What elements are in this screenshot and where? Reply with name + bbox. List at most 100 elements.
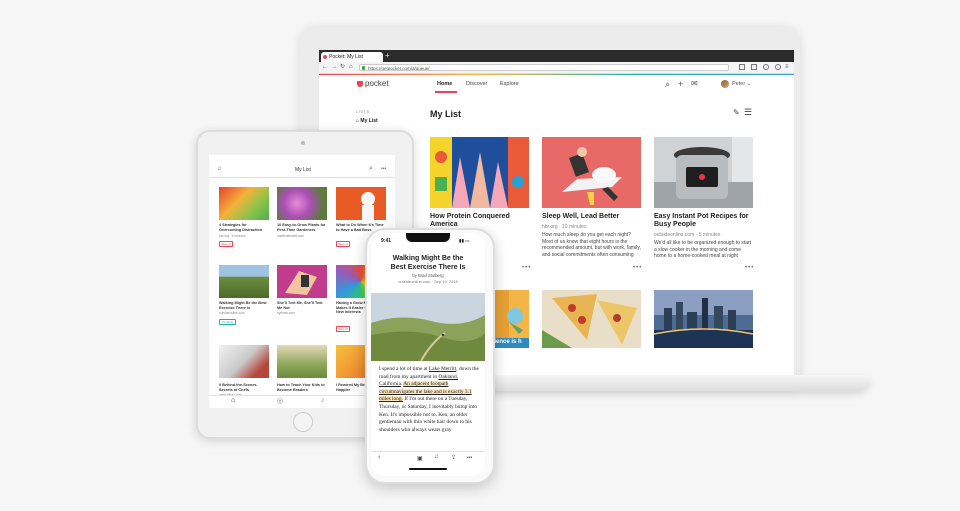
- address-bar[interactable]: https://getpocket.com/a/queue/: [359, 64, 729, 71]
- hills-photo: [371, 293, 485, 361]
- sidebar-item-label: My List: [360, 118, 378, 124]
- reload-icon[interactable]: ↻: [340, 64, 345, 71]
- menu-icon[interactable]: ≡: [785, 64, 789, 71]
- nav-explore[interactable]: Explore: [500, 81, 519, 87]
- bell-tab-icon[interactable]: ♪: [321, 397, 325, 404]
- edit-icon[interactable]: ✎: [733, 108, 740, 117]
- status-time: 9:41: [381, 238, 392, 244]
- card-image[interactable]: [542, 137, 641, 208]
- article-text: I spend a lot of time at: [379, 366, 429, 372]
- home-tab-icon[interactable]: ⌂: [231, 397, 235, 404]
- card-title[interactable]: Walking Might Be the Best Exercise There…: [219, 301, 269, 310]
- card-image[interactable]: [219, 345, 269, 378]
- nav-home[interactable]: Home: [437, 81, 452, 87]
- listen-icon[interactable]: ♫: [217, 166, 222, 172]
- card-more-button[interactable]: •••: [633, 265, 642, 271]
- card-source: hbr.org · 10 minutes: [542, 224, 587, 230]
- card-title[interactable]: Easy Instant Pot Recipes for Busy People: [654, 213, 754, 229]
- iphone-screen: 9:41 ▮▮ ▭ Walking Might Be the Best Exer…: [371, 233, 485, 476]
- card-image[interactable]: [219, 265, 269, 298]
- card-title[interactable]: How to Teach Your Kids to Become Readers: [277, 383, 327, 392]
- nav-discover[interactable]: Discover: [466, 81, 487, 87]
- card-title[interactable]: Sleep Well, Lead Better: [542, 213, 642, 221]
- card-image[interactable]: [542, 290, 641, 348]
- city-skyline-photo: [654, 290, 753, 348]
- card-image[interactable]: [277, 345, 327, 378]
- add-icon[interactable]: +: [678, 79, 683, 89]
- card-title[interactable]: How Protein Conquered America: [430, 213, 530, 229]
- card-more-button[interactable]: •••: [745, 265, 754, 271]
- pizza-photo: [542, 290, 641, 348]
- back-icon[interactable]: ←: [322, 64, 328, 71]
- browser-tab[interactable]: Pocket: My List: [321, 52, 383, 62]
- pocket-logo-text: pocket: [365, 79, 389, 88]
- status-badge: Best of: [336, 326, 351, 332]
- card-title[interactable]: She'll Text Me, She'll Text Me Not: [277, 301, 327, 310]
- list-view-icon[interactable]: ☰: [744, 107, 752, 118]
- new-tab-button[interactable]: +: [385, 50, 390, 62]
- user-name[interactable]: Peter ⌄: [732, 81, 751, 87]
- home-indicator: [409, 468, 447, 470]
- share-icon[interactable]: ⇪: [451, 454, 456, 461]
- status-badge: Trending: [219, 319, 236, 325]
- article-source: outsideonline.com · Sep 10, 2018: [398, 279, 458, 284]
- card-excerpt: How much sleep do you get each night? Mo…: [542, 232, 641, 258]
- article-hero-image: [371, 293, 485, 361]
- forward-icon[interactable]: →: [331, 64, 337, 71]
- sidebar-toggle-icon[interactable]: [751, 64, 757, 70]
- sleep-illustration: [542, 137, 641, 208]
- iphone-notch: [406, 233, 450, 242]
- card-title[interactable]: 10 Easy-to-Grow Plants for First-Time Ga…: [277, 223, 327, 232]
- avatar[interactable]: [721, 80, 729, 88]
- card-title[interactable]: 9 Behind-the-Scenes Secrets of Chefs: [219, 383, 269, 392]
- browser-titlebar: Pocket: My List +: [319, 50, 794, 62]
- pocket-logo[interactable]: pocket: [357, 79, 389, 88]
- archive-icon[interactable]: ▣: [417, 455, 423, 462]
- card-image[interactable]: [277, 265, 327, 298]
- browser-tab-title: Pocket: My List: [329, 54, 363, 60]
- card-image[interactable]: cience is h: [489, 290, 529, 348]
- article-byline: by Brad Stulberg: [412, 273, 444, 278]
- card-image[interactable]: [336, 187, 386, 220]
- card-image[interactable]: [654, 290, 753, 348]
- listen-icon[interactable]: ♫: [434, 454, 439, 460]
- discover-tab-icon[interactable]: ◎: [277, 397, 283, 405]
- ipad-camera: [301, 141, 305, 145]
- ipad-home-button[interactable]: [293, 412, 313, 432]
- article-body: I spend a lot of time at Lake Merritt, d…: [379, 366, 479, 434]
- more-icon[interactable]: •••: [467, 455, 472, 461]
- sidebar-item-my-list[interactable]: ⌂ My List: [356, 118, 378, 124]
- card-more-button[interactable]: •••: [522, 265, 531, 271]
- instant-pot-photo: [654, 137, 753, 208]
- pocket-toolbar-icon[interactable]: [763, 64, 769, 70]
- home-icon[interactable]: ⌂: [349, 64, 353, 71]
- account-icon[interactable]: [775, 64, 781, 70]
- card-image[interactable]: [219, 187, 269, 220]
- library-icon[interactable]: [739, 64, 745, 70]
- card-image-text: cience is h: [491, 339, 522, 345]
- lock-icon: [362, 66, 365, 70]
- pocket-favicon-icon: [323, 55, 327, 59]
- signal-battery-icon: ▮▮ ▭: [459, 238, 470, 243]
- card-source: outsideonline.com · 5 minutes: [654, 232, 721, 238]
- card-image[interactable]: [430, 137, 529, 208]
- rainbow-divider: [319, 74, 794, 75]
- more-icon[interactable]: •••: [381, 166, 386, 172]
- browser-toolbar: ← → ↻ ⌂ https://getpocket.com/a/queue/ ≡: [319, 62, 794, 74]
- article-link[interactable]: Lake Merritt: [429, 366, 456, 372]
- card-source: nytimes.com: [277, 311, 295, 315]
- card-image[interactable]: [277, 187, 327, 220]
- card-source: marthastewart.com: [277, 234, 305, 238]
- search-icon[interactable]: ⌕: [369, 165, 373, 173]
- card-title[interactable]: 4 Strategies for Overcoming Distraction: [219, 223, 269, 232]
- header-divider: [209, 177, 395, 178]
- ipad-header-title: My List: [295, 167, 311, 173]
- search-icon[interactable]: ⌕: [665, 79, 670, 89]
- inbox-icon[interactable]: ✉: [691, 79, 698, 89]
- pocket-logo-icon: [357, 81, 363, 87]
- protein-illustration: [430, 137, 529, 208]
- text-me-illustration: [285, 271, 317, 295]
- user-name-label: Peter: [732, 81, 746, 87]
- card-image[interactable]: [654, 137, 753, 208]
- back-icon[interactable]: ‹: [378, 454, 380, 461]
